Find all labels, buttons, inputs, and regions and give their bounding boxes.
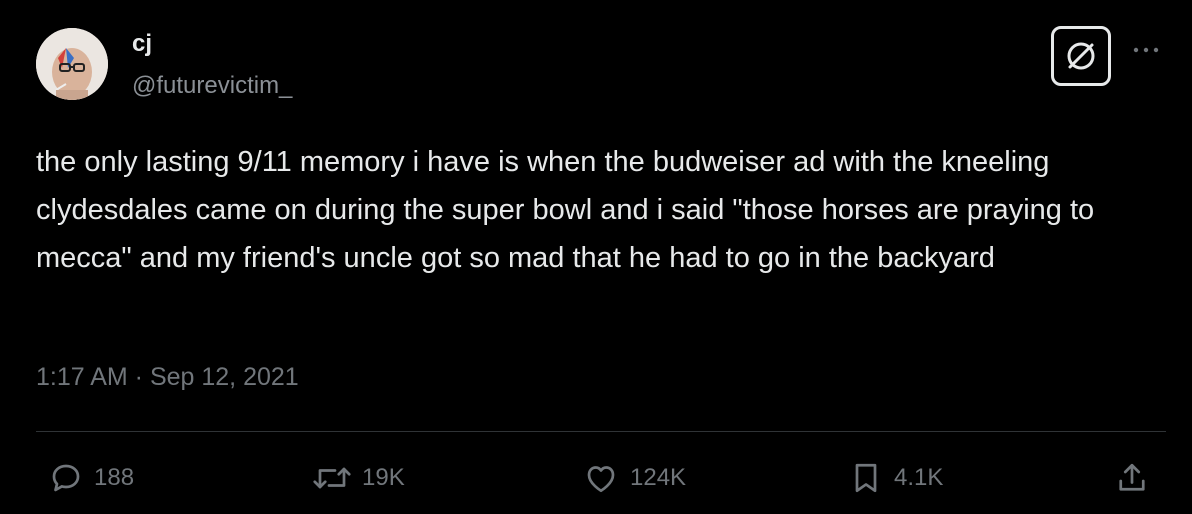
- divider: [36, 431, 1166, 432]
- share-icon: [1119, 463, 1145, 491]
- tweet-text: the only lasting 9/11 memory i have is w…: [36, 146, 1095, 274]
- tweet-timestamp[interactable]: 1:17 AM · Sep 12, 2021: [36, 360, 299, 394]
- grok-icon: [1067, 42, 1095, 70]
- retweet-icon: [313, 467, 351, 489]
- share-button[interactable]: [1114, 458, 1150, 498]
- display-name[interactable]: cj: [132, 30, 152, 58]
- reply-button[interactable]: 188: [48, 458, 134, 498]
- user-handle[interactable]: @futurevictim_: [132, 72, 292, 100]
- like-count: 124K: [630, 464, 687, 491]
- retweet-count: 19K: [362, 464, 405, 491]
- retweet-button[interactable]: 19K: [312, 458, 405, 498]
- grok-button[interactable]: [1051, 26, 1111, 86]
- reply-icon: [52, 464, 80, 492]
- bookmark-count: 4.1K: [894, 464, 944, 491]
- like-button[interactable]: 124K: [582, 458, 686, 498]
- bookmark-icon: [855, 463, 877, 493]
- bookmark-button[interactable]: 4.1K: [848, 458, 943, 498]
- avatar[interactable]: [36, 28, 108, 100]
- more-icon: [1133, 47, 1159, 53]
- like-icon: [587, 466, 615, 493]
- reply-count: 188: [94, 464, 135, 491]
- more-options-button[interactable]: [1128, 40, 1164, 60]
